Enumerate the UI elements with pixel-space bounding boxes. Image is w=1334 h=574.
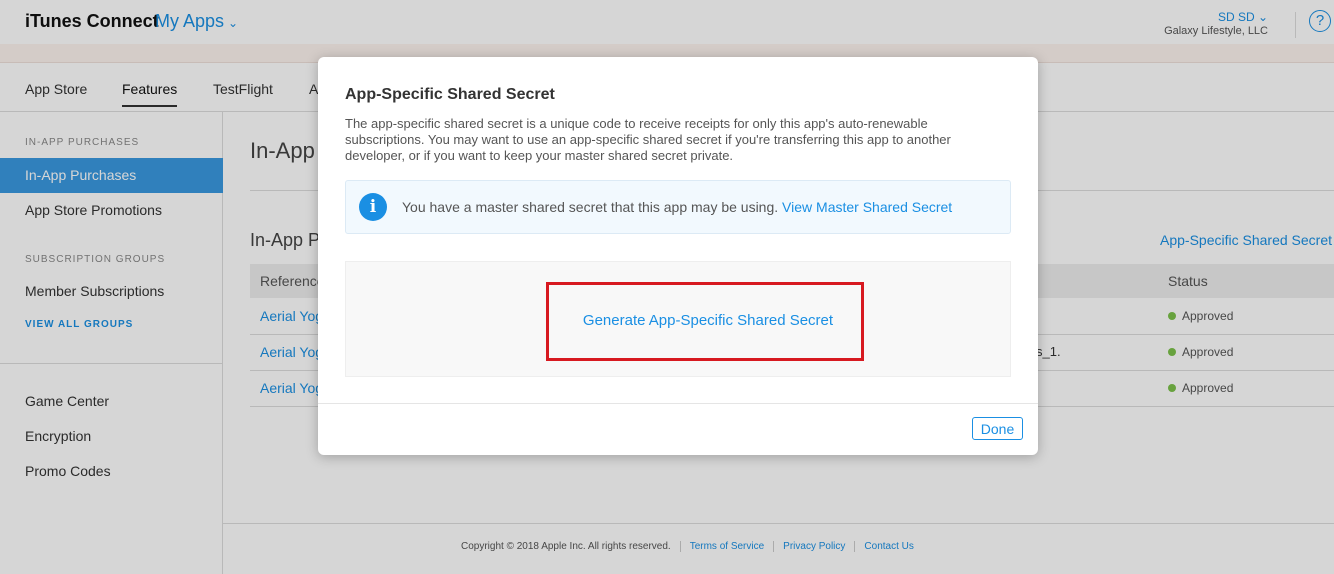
generate-panel: Generate App-Specific Shared Secret bbox=[345, 261, 1011, 377]
info-banner: i You have a master shared secret that t… bbox=[345, 180, 1011, 234]
view-master-shared-secret-link[interactable]: View Master Shared Secret bbox=[782, 199, 952, 215]
info-text: You have a master shared secret that thi… bbox=[402, 199, 779, 215]
shared-secret-modal: App-Specific Shared Secret The app-speci… bbox=[318, 57, 1038, 455]
modal-title: App-Specific Shared Secret bbox=[345, 86, 555, 103]
modal-footer-divider bbox=[318, 403, 1038, 404]
generate-shared-secret-link[interactable]: Generate App-Specific Shared Secret bbox=[549, 312, 867, 329]
highlight-box: Generate App-Specific Shared Secret bbox=[546, 282, 864, 361]
info-message: You have a master shared secret that thi… bbox=[402, 199, 952, 215]
done-button[interactable]: Done bbox=[972, 417, 1023, 440]
modal-description: The app-specific shared secret is a uniq… bbox=[345, 116, 951, 163]
info-icon: i bbox=[359, 193, 387, 221]
